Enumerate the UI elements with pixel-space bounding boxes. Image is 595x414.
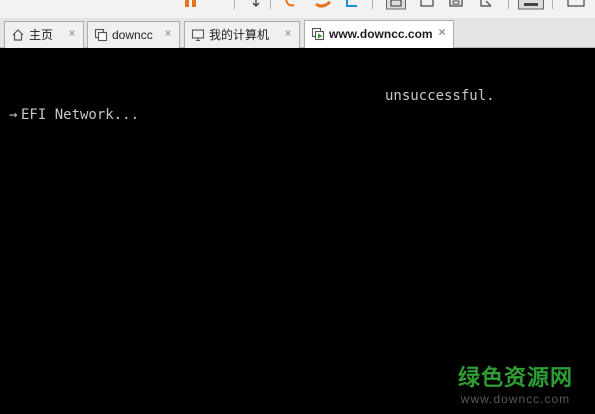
close-icon[interactable]: × xyxy=(66,27,78,39)
stretch-icon[interactable] xyxy=(478,0,494,8)
monitor-icon xyxy=(191,29,205,42)
toolbar-separator xyxy=(508,0,509,9)
vm-clone-icon xyxy=(94,28,108,42)
unity-icon[interactable] xyxy=(448,0,464,8)
down-arrow-icon[interactable] xyxy=(250,0,262,8)
fullscreen-icon[interactable] xyxy=(419,0,435,8)
vm-running-icon xyxy=(311,27,325,41)
tab-label: 我的计算机 xyxy=(209,28,270,42)
pause-icon[interactable] xyxy=(184,0,198,8)
view-icon[interactable] xyxy=(386,0,406,10)
manage-snapshots-icon[interactable] xyxy=(344,0,360,8)
toolbar xyxy=(0,0,595,18)
tab-my-computer[interactable]: 我的计算机 × xyxy=(184,21,300,48)
console-view-icon[interactable] xyxy=(566,0,586,8)
close-icon[interactable]: × xyxy=(436,26,448,38)
tab-label: www.downcc.com xyxy=(329,27,433,41)
close-icon[interactable]: × xyxy=(162,27,174,39)
close-icon[interactable]: × xyxy=(282,27,294,39)
tab-label: 主页 xyxy=(29,28,54,42)
tab-home[interactable]: 主页 × xyxy=(4,21,84,48)
tab-label: downcc xyxy=(112,28,153,42)
tab-strip: 主页 × downcc × 我的计算机 × www.downcc.com × xyxy=(0,18,595,48)
snapshot-icon[interactable] xyxy=(284,0,300,8)
console-line-text: EFI Network... xyxy=(21,107,140,123)
console-view-icon[interactable] xyxy=(518,0,544,10)
vm-console[interactable]: unsuccessful. → EFI Network... 绿色资源网 www.… xyxy=(0,48,595,414)
toolbar-separator xyxy=(234,0,235,9)
tab-www-downcc-com[interactable]: www.downcc.com × xyxy=(304,20,454,48)
arrow-icon: → xyxy=(9,107,18,123)
watermark-title: 绿色资源网 xyxy=(457,366,573,391)
toolbar-separator xyxy=(552,0,553,9)
watermark: 绿色资源网 www.downcc.com xyxy=(458,366,573,406)
console-line: unsuccessful. xyxy=(385,88,495,104)
revert-icon[interactable] xyxy=(314,0,332,8)
watermark-url: www.downcc.com xyxy=(460,392,571,406)
home-icon xyxy=(12,29,24,41)
tab-downcc[interactable]: downcc × xyxy=(87,21,180,48)
toolbar-separator xyxy=(372,0,373,9)
toolbar-separator xyxy=(270,0,271,9)
console-line: → EFI Network... xyxy=(9,107,139,123)
